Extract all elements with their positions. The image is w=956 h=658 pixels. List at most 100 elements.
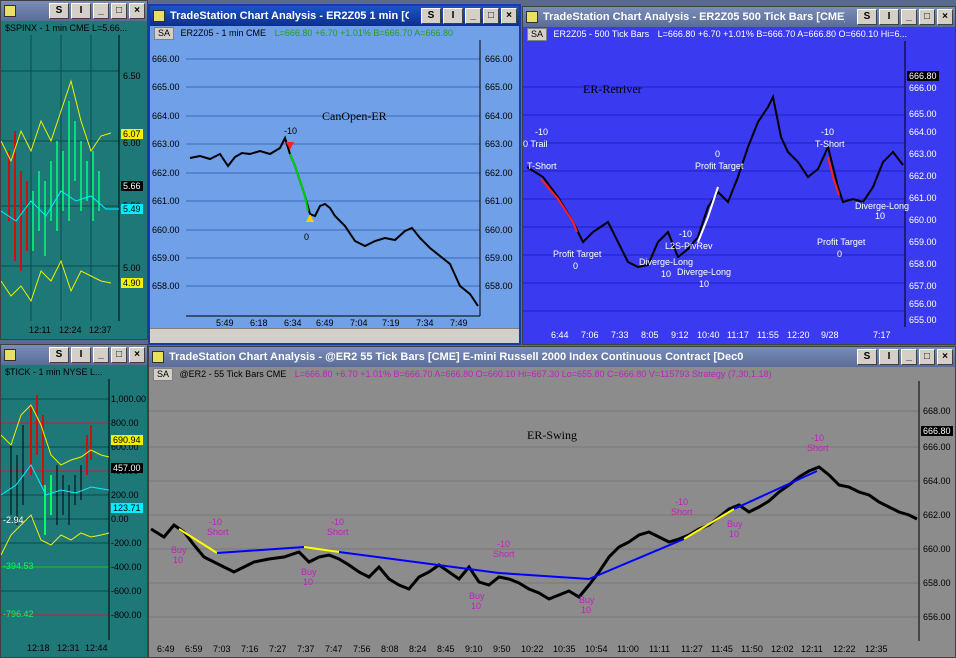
y-tick: 660.00 [485, 225, 513, 235]
trade-annotation: -10 [284, 126, 297, 136]
close-button[interactable]: × [937, 9, 953, 25]
minimize-button[interactable]: _ [901, 349, 917, 365]
insert-menu-button[interactable]: I [71, 347, 91, 363]
x-tick: 8:45 [437, 644, 455, 654]
swing-chart-window[interactable]: TradeStation Chart Analysis - @ER2 55 Ti… [148, 346, 956, 658]
maximize-button[interactable]: □ [483, 8, 499, 24]
y-tick: -600.00 [111, 586, 142, 596]
trade-annotation: 0 [304, 232, 309, 242]
strategy-label: ER-Retriver [583, 82, 642, 96]
trade-annotation: Diverge-Long [855, 201, 909, 211]
x-tick: 7:34 [416, 318, 434, 328]
y-tick: 660.00 [923, 544, 951, 554]
canopen-svg: -10 0 CanOpen-ER [186, 40, 481, 317]
trade-annotation: Buy [171, 545, 187, 555]
trade-annotation: Diverge-Long [677, 267, 731, 277]
x-tick: 7:19 [382, 318, 400, 328]
style-menu-button[interactable]: S [49, 347, 69, 363]
price-badge: 5.49 [121, 204, 143, 214]
y-tick: 664.00 [485, 111, 513, 121]
style-menu-button[interactable]: S [49, 3, 69, 19]
app-icon [526, 11, 538, 23]
insert-menu-button[interactable]: I [879, 9, 899, 25]
trade-annotation: Short [671, 507, 693, 517]
trade-annotation: Short [493, 549, 515, 559]
trade-annotation: 0 [715, 149, 720, 159]
swing-plot[interactable]: SA @ER2 - 55 Tick Bars CME L=666.80 +6.7… [149, 367, 955, 657]
insert-menu-button[interactable]: I [443, 8, 463, 24]
style-menu-button[interactable]: S [421, 8, 441, 24]
last-price-badge: 666.80 [921, 426, 953, 436]
spinx-chart-window[interactable]: S I _ □ × $SPINX - 1 min CME L=5.66... 6… [0, 0, 148, 340]
canopen-plot[interactable]: SA ER2Z05 - 1 min CME L=666.80 +6.70 +1.… [150, 26, 519, 329]
y-tick: 0.00 [111, 514, 129, 524]
y-tick: 659.00 [152, 253, 180, 263]
trade-annotation: 10 [661, 269, 671, 279]
close-button[interactable]: × [129, 3, 145, 19]
y-tick: 666.00 [923, 442, 951, 452]
spinx-plot[interactable]: $SPINX - 1 min CME L=5.66... 6.50 6.00 5… [1, 21, 147, 339]
trade-annotation: Profit Target [553, 249, 602, 259]
y-tick: -800.00 [111, 610, 142, 620]
last-price-badge: 666.80 [907, 71, 939, 81]
y-tick: 6.00 [123, 138, 141, 148]
canopen-chart-window[interactable]: TradeStation Chart Analysis - ER2Z05 1 m… [148, 4, 521, 345]
x-tick: 11:55 [757, 330, 779, 340]
maximize-button[interactable]: □ [111, 347, 127, 363]
x-tick: 12:11 [801, 644, 823, 654]
trade-annotation: -10 [821, 127, 834, 137]
trade-annotation: -10 [209, 517, 222, 527]
close-button[interactable]: × [937, 349, 953, 365]
y-tick: 658.00 [152, 281, 180, 291]
title-bar[interactable]: TradeStation Chart Analysis - @ER2 55 Ti… [149, 347, 955, 367]
title-bar[interactable]: S I _ □ × [1, 345, 147, 365]
close-button[interactable]: × [501, 8, 517, 24]
y-tick: 655.00 [909, 315, 937, 325]
retriver-plot[interactable]: SA ER2Z05 - 500 Tick Bars L=666.80 +6.70… [523, 27, 955, 344]
minimize-button[interactable]: _ [465, 8, 481, 24]
x-tick: 8:05 [641, 330, 659, 340]
y-tick: 663.00 [485, 139, 513, 149]
style-menu-button[interactable]: S [857, 349, 877, 365]
x-tick: 7:16 [241, 644, 259, 654]
y-tick: 665.00 [152, 82, 180, 92]
close-button[interactable]: × [129, 347, 145, 363]
y-tick: 664.00 [923, 476, 951, 486]
trade-annotation: Buy [301, 567, 317, 577]
app-icon [4, 349, 16, 361]
x-tick: 10:22 [521, 644, 544, 654]
trade-annotation: 10 [875, 211, 885, 221]
trade-annotation: -10 [679, 229, 692, 239]
title-bar[interactable]: TradeStation Chart Analysis - ER2Z05 500… [523, 7, 955, 27]
insert-menu-button[interactable]: I [71, 3, 91, 19]
style-menu-button[interactable]: S [857, 9, 877, 25]
x-tick: 6:49 [316, 318, 334, 328]
maximize-button[interactable]: □ [111, 3, 127, 19]
tick-chart-window[interactable]: S I _ □ × $TICK - 1 min NYSE L... 1,000.… [0, 344, 148, 658]
x-tick: 10:35 [553, 644, 576, 654]
x-tick: 9:10 [465, 644, 483, 654]
insert-menu-button[interactable]: I [879, 349, 899, 365]
y-tick: 658.00 [909, 259, 937, 269]
trade-annotation: Profit Target [695, 161, 744, 171]
horizontal-scrollbar[interactable] [150, 328, 519, 343]
price-badge: 5.66 [121, 181, 143, 191]
y-tick: -200.00 [111, 538, 142, 548]
x-tick: 7:56 [353, 644, 371, 654]
x-tick: 11:27 [681, 644, 703, 654]
trade-annotation: 10 [471, 601, 481, 611]
title-bar[interactable]: TradeStation Chart Analysis - ER2Z05 1 m… [150, 6, 519, 26]
tick-plot[interactable]: $TICK - 1 min NYSE L... 1,000.00 800.00 … [1, 365, 147, 657]
trade-annotation: Short [207, 527, 229, 537]
title-bar[interactable]: S I _ □ × [1, 1, 147, 21]
price-badge: 4.90 [121, 278, 143, 288]
y-tick: 665.00 [485, 82, 513, 92]
y-tick: 668.00 [923, 406, 951, 416]
minimize-button[interactable]: _ [93, 347, 109, 363]
maximize-button[interactable]: □ [919, 9, 935, 25]
maximize-button[interactable]: □ [919, 349, 935, 365]
minimize-button[interactable]: _ [93, 3, 109, 19]
retriver-chart-window[interactable]: TradeStation Chart Analysis - ER2Z05 500… [522, 6, 956, 345]
minimize-button[interactable]: _ [901, 9, 917, 25]
level-label: -796.42 [3, 609, 34, 619]
